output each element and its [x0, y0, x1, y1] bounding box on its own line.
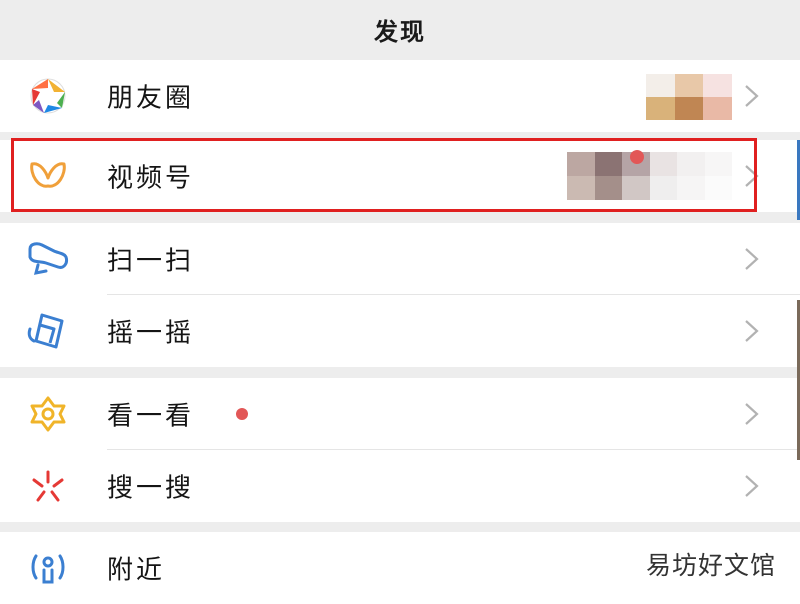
menu-item-label: 附近 — [107, 555, 166, 586]
page-title: 发现 — [374, 17, 426, 46]
friend-avatar-blurred — [646, 74, 732, 120]
chevron-right-icon — [745, 320, 759, 342]
menu-item-search[interactable]: 搜一搜 — [0, 450, 800, 522]
channels-butterfly-icon — [30, 162, 66, 188]
chevron-right-icon — [745, 475, 759, 497]
menu-item-top-stories[interactable]: 看一看 — [0, 378, 800, 450]
moments-aperture-icon — [30, 78, 66, 114]
discover-group: 看一看 搜一搜 — [0, 378, 800, 522]
menu-item-moments[interactable]: 朋友圈 — [0, 60, 800, 132]
menu-item-shake[interactable]: 摇一摇 — [0, 295, 800, 367]
top-stories-icon — [30, 396, 66, 432]
notification-dot — [236, 408, 248, 420]
menu-item-label: 看一看 — [107, 401, 195, 432]
menu-item-label: 扫一扫 — [107, 246, 195, 277]
nearby-person-icon — [31, 554, 65, 584]
menu-item-label: 摇一摇 — [107, 318, 195, 349]
menu-item-label: 视频号 — [107, 163, 195, 194]
chevron-right-icon — [745, 85, 759, 107]
menu-item-label: 朋友圈 — [107, 83, 195, 114]
nav-bar: 发现 — [0, 0, 800, 58]
chevron-right-icon — [745, 165, 759, 187]
channels-group: 视频号 — [0, 140, 800, 212]
channels-red-dot — [630, 150, 644, 164]
channel-preview-blurred — [567, 152, 732, 200]
menu-item-label: 搜一搜 — [107, 473, 195, 504]
moments-group: 朋友圈 — [0, 60, 800, 132]
watermark-text: 易坊好文馆 — [645, 551, 776, 580]
search-sparkle-icon — [32, 470, 64, 502]
chevron-right-icon — [745, 403, 759, 425]
menu-item-scan[interactable]: 扫一扫 — [0, 223, 800, 295]
menu-item-channels[interactable]: 视频号 — [0, 140, 800, 212]
chevron-right-icon — [745, 248, 759, 270]
shake-phone-icon — [27, 313, 64, 349]
tools-group: 扫一扫 摇一摇 — [0, 223, 800, 367]
scan-icon — [28, 242, 68, 275]
